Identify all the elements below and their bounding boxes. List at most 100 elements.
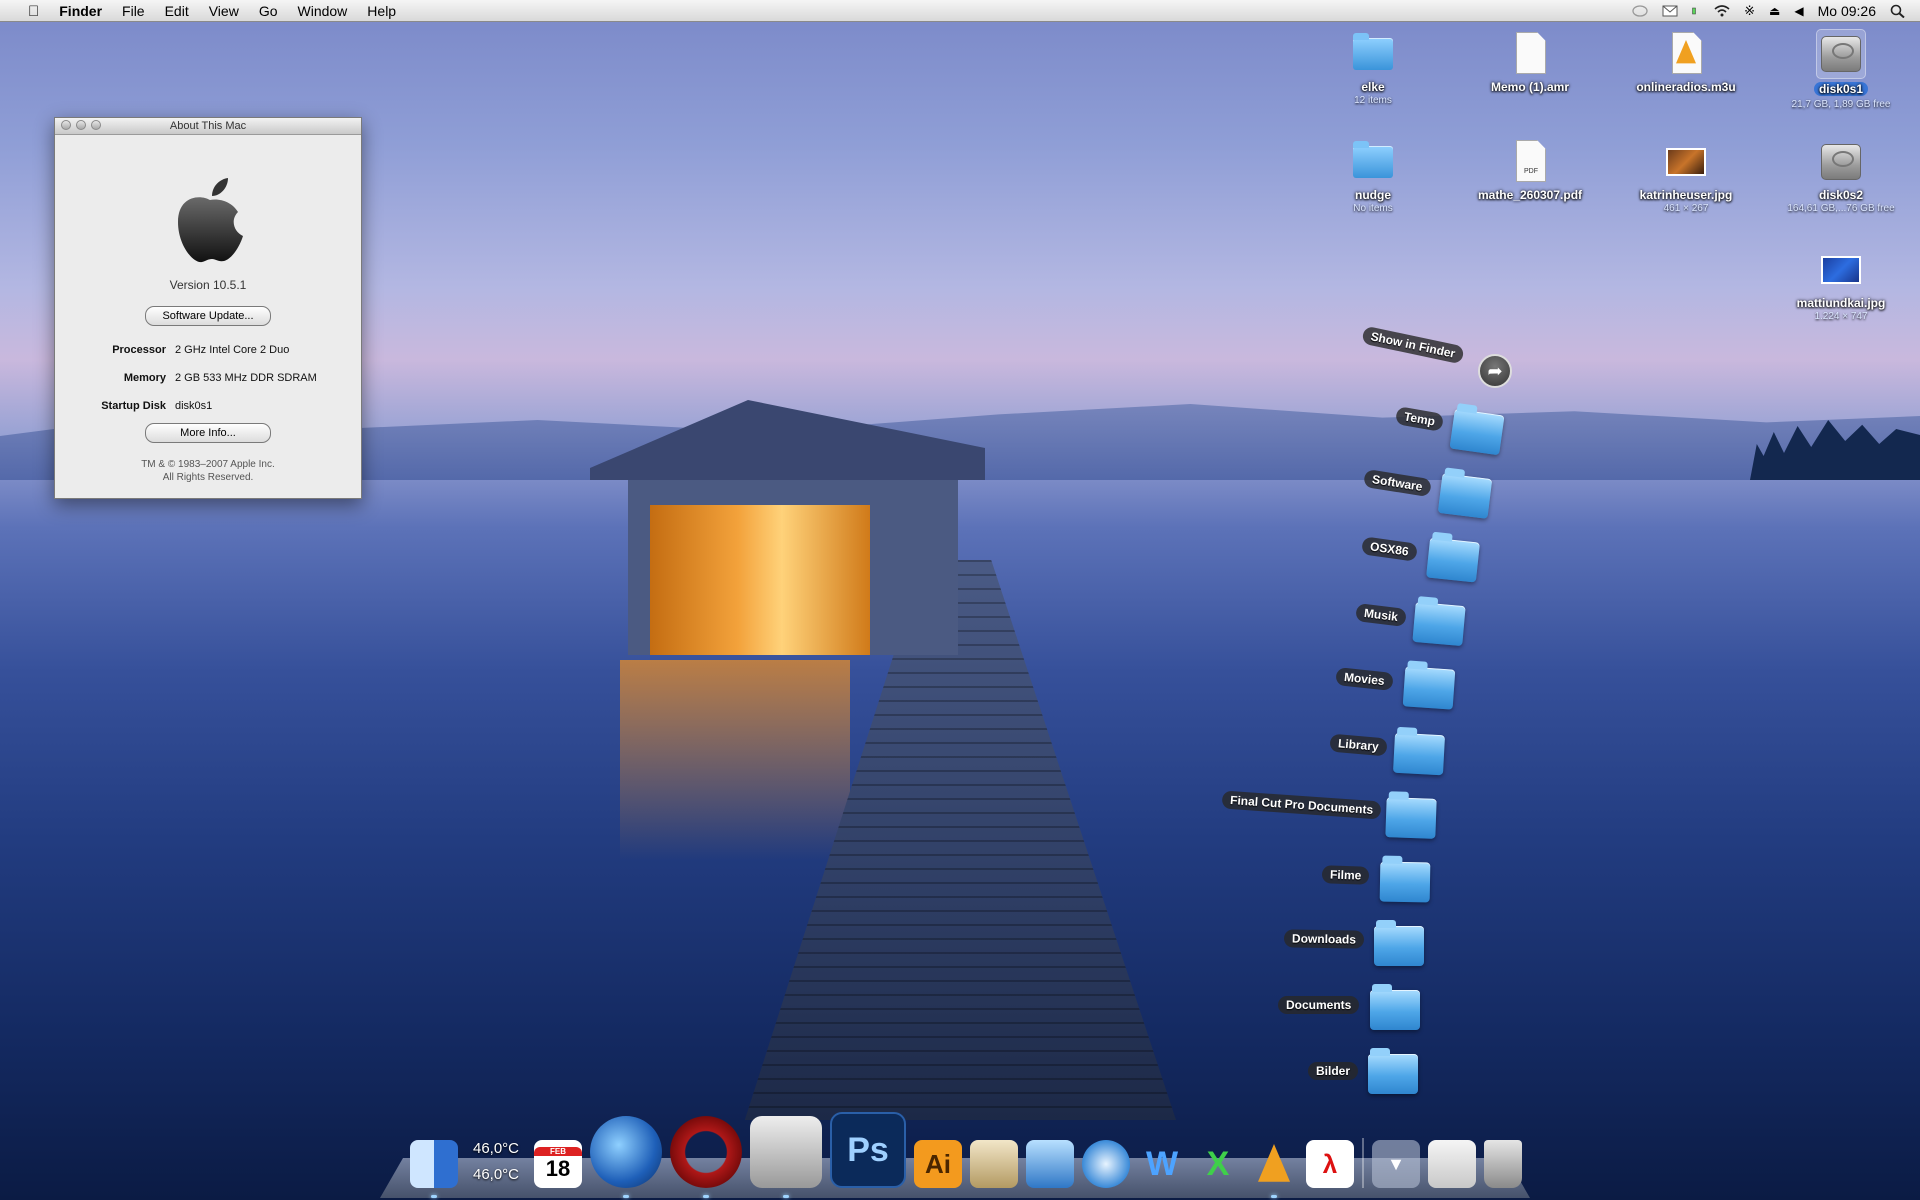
battery-icon[interactable] — [1692, 4, 1700, 18]
copyright-line-1: TM & © 1983–2007 Apple Inc. — [141, 459, 275, 470]
menu-window[interactable]: Window — [288, 3, 358, 19]
photoshop-icon[interactable]: Ps — [830, 1112, 906, 1188]
apple-icon[interactable]:  — [18, 3, 49, 20]
desktop-icon-elke[interactable]: elke 12 items — [1298, 30, 1448, 106]
software-update-button[interactable]: Software Update... — [145, 306, 271, 326]
copyright: TM & © 1983–2007 Apple Inc. All Rights R… — [55, 458, 361, 484]
pdf-icon: PDF — [1506, 138, 1554, 186]
wallpaper-boathouse — [590, 400, 985, 660]
desktop-icon-mattiundkai[interactable]: mattiundkai.jpg 1.224 × 747 — [1766, 246, 1916, 322]
desktop-icon-disk0s1[interactable]: disk0s1 21,7 GB, 1,89 GB free — [1766, 29, 1916, 110]
folder-icon — [1402, 666, 1456, 710]
stack-item-label: Filme — [1321, 865, 1370, 885]
boathouse-roof — [590, 400, 985, 480]
downloads-stack-icon[interactable]: ▼ — [1372, 1140, 1420, 1188]
desktop-icon-mathe-pdf[interactable]: PDF mathe_260307.pdf — [1455, 138, 1605, 202]
icon-label: katrinheuser.jpg — [1639, 188, 1733, 202]
iphoto-icon[interactable] — [1026, 1140, 1074, 1188]
stack-item-label: Musik — [1355, 603, 1407, 627]
minimize-button[interactable] — [76, 120, 86, 130]
dock: 46,0°C 46,0°C FEB 18 Ps Ai W X λ ▼ — [410, 1108, 1522, 1198]
desktop-icon-onlineradios[interactable]: onlineradios.m3u — [1611, 30, 1761, 94]
icon-info: No items — [1353, 203, 1393, 214]
calendar-icon[interactable]: FEB 18 — [534, 1140, 582, 1188]
menu-bar:  Finder File Edit View Go Window Help ※… — [0, 0, 1920, 22]
preview-icon[interactable] — [970, 1140, 1018, 1188]
menu-view[interactable]: View — [199, 3, 249, 19]
menu-go[interactable]: Go — [249, 3, 288, 19]
desktop-icon-disk0s2[interactable]: disk0s2 164,61 GB,...76 GB free — [1766, 138, 1916, 214]
stack-item-label: Final Cut Pro Documents — [1221, 790, 1382, 820]
icon-label: mattiundkai.jpg — [1796, 296, 1886, 310]
stack-item-label: Downloads — [1283, 929, 1365, 949]
thunderbird-icon[interactable] — [590, 1116, 662, 1198]
icon-label: Memo (1).amr — [1490, 80, 1570, 94]
icon-label: mathe_260307.pdf — [1477, 188, 1583, 202]
safari-icon[interactable] — [1082, 1140, 1130, 1188]
word-icon[interactable]: W — [1138, 1140, 1186, 1188]
wifi-icon[interactable] — [1714, 4, 1730, 18]
icon-info: 1.224 × 747 — [1814, 311, 1868, 322]
dock-separator — [1362, 1138, 1364, 1188]
memory-value: 2 GB 533 MHz DDR SDRAM — [175, 372, 317, 384]
documents-stack-icon[interactable] — [1428, 1140, 1476, 1188]
mail-icon[interactable] — [1662, 4, 1678, 18]
icon-label: disk0s2 — [1818, 188, 1864, 202]
acrobat-icon[interactable]: λ — [1306, 1140, 1354, 1188]
desktop-icon-memo[interactable]: Memo (1).amr — [1455, 30, 1605, 94]
menu-clock[interactable]: Mo 09:26 — [1818, 3, 1876, 19]
show-in-finder-arrow-icon[interactable]: ➦ — [1478, 354, 1512, 388]
menu-file[interactable]: File — [112, 3, 155, 19]
bluetooth-icon[interactable]: ※ — [1744, 3, 1755, 19]
vlc-icon[interactable] — [1250, 1140, 1298, 1198]
stack-show-in-finder-label[interactable]: Show in Finder — [1361, 325, 1465, 365]
icon-info: 164,61 GB,...76 GB free — [1787, 203, 1895, 214]
icon-label: disk0s1 — [1813, 82, 1869, 96]
desktop-icon-nudge[interactable]: nudge No items — [1298, 138, 1448, 214]
folder-icon — [1374, 920, 1424, 966]
icon-info: 12 items — [1354, 95, 1392, 106]
document-icon — [1506, 30, 1554, 78]
excel-icon[interactable]: X — [1194, 1140, 1242, 1188]
more-info-button[interactable]: More Info... — [145, 423, 271, 443]
processor-label: Processor — [112, 344, 166, 356]
icon-info: 461 × 267 — [1663, 203, 1709, 214]
folder-icon — [1392, 732, 1446, 776]
desktop-icon-katrinheuser[interactable]: katrinheuser.jpg 461 × 267 — [1611, 138, 1761, 214]
close-button[interactable] — [61, 120, 71, 130]
pdf-tag: PDF — [1524, 168, 1538, 175]
window-title: About This Mac — [169, 120, 247, 132]
menu-help[interactable]: Help — [357, 3, 406, 19]
temperature-2: 46,0°C — [472, 1166, 520, 1183]
volume-icon[interactable]: ◀ — [1794, 4, 1803, 18]
temperature-widget[interactable]: 46,0°C 46,0°C — [466, 1136, 526, 1188]
icon-info: 21,7 GB, 1,89 GB free — [1791, 99, 1891, 110]
opera-icon[interactable] — [670, 1116, 742, 1198]
hard-disk-icon — [1817, 138, 1865, 186]
os-version: Version 10.5.1 — [169, 278, 247, 292]
folder-icon — [1449, 408, 1505, 456]
folder-icon — [1412, 601, 1466, 647]
menu-app-name[interactable]: Finder — [49, 3, 112, 19]
trash-icon[interactable] — [1484, 1140, 1522, 1188]
finder-icon[interactable] — [410, 1140, 458, 1198]
window-titlebar[interactable]: About This Mac — [55, 118, 361, 135]
calendar-day: 18 — [545, 1155, 571, 1181]
folder-icon — [1349, 138, 1397, 186]
processor-value: 2 GHz Intel Core 2 Duo — [175, 344, 290, 356]
zoom-button[interactable] — [91, 120, 101, 130]
spotlight-icon[interactable] — [1890, 4, 1906, 18]
stack-item-label: OSX86 — [1361, 536, 1418, 562]
memory-label: Memory — [123, 372, 166, 384]
adium-icon[interactable] — [750, 1116, 822, 1198]
folder-icon — [1370, 984, 1420, 1030]
hard-disk-icon — [1816, 29, 1866, 79]
icon-label: onlineradios.m3u — [1636, 80, 1736, 94]
folder-icon — [1349, 30, 1397, 78]
folder-icon — [1385, 797, 1437, 839]
illustrator-icon[interactable]: Ai — [914, 1140, 962, 1188]
copyright-line-2: All Rights Reserved. — [162, 472, 254, 483]
eject-icon[interactable]: ⏏ — [1769, 4, 1780, 18]
menu-edit[interactable]: Edit — [155, 3, 199, 19]
speech-icon[interactable] — [1632, 4, 1648, 18]
